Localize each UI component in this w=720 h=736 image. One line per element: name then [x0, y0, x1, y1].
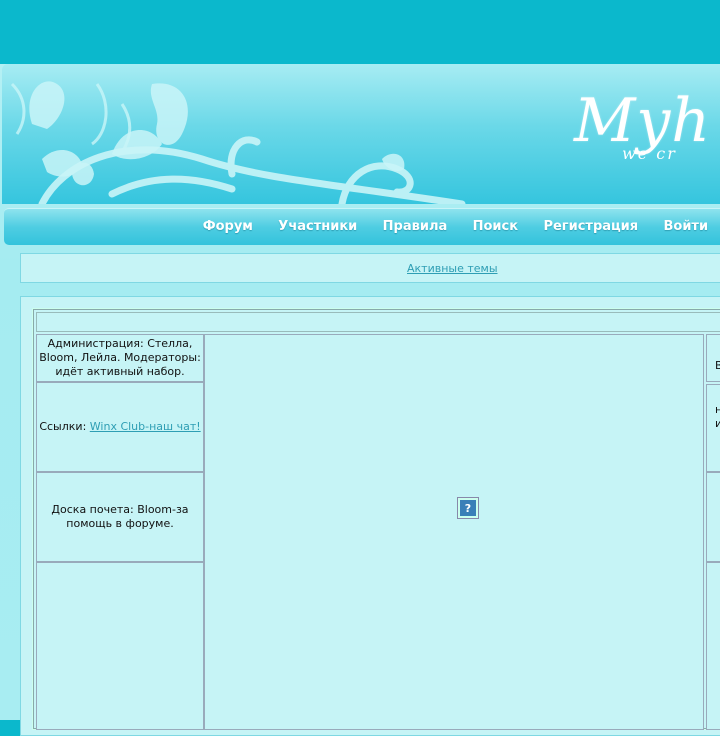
right-cell-1: B: [706, 334, 720, 382]
active-topics-bar: Активные темы: [20, 253, 720, 283]
right-cell-4: Н: [706, 562, 720, 730]
logo-tagline: we cr: [622, 144, 677, 163]
links-label: Ссылки:: [39, 420, 90, 433]
empty-sidebar-cell: [36, 562, 204, 730]
question-icon[interactable]: ?: [457, 497, 479, 519]
main-nav: Форум Участники Правила Поиск Регистраци…: [4, 208, 720, 245]
admin-info-text: Администрация: Стелла, Bloom, Лейла. Мод…: [39, 337, 201, 378]
admin-info-cell: Администрация: Стелла, Bloom, Лейла. Мод…: [36, 334, 204, 382]
forum-header: Myh we cr: [2, 64, 720, 204]
nav-item-rules[interactable]: Правила: [370, 219, 460, 234]
right-cell-2: на ид в: [706, 384, 720, 472]
page: Myh we cr Форум Участники Правила Поиск …: [0, 64, 720, 736]
honor-board-cell: Доска почета: Bloom-за помощь в форуме.: [36, 472, 204, 562]
nav-item-login[interactable]: Войти: [651, 219, 720, 234]
right-cell-3: ч Н в: [706, 472, 720, 562]
floral-decoration: [10, 81, 466, 204]
nav-item-users[interactable]: Участники: [266, 219, 370, 234]
main-content: Администрация: Стелла, Bloom, Лейла. Мод…: [20, 296, 720, 736]
links-cell: Ссылки: Winx Club-наш чат!: [36, 382, 204, 472]
frame-header-row: [36, 312, 720, 332]
content-frame: Администрация: Стелла, Bloom, Лейла. Мод…: [32, 308, 720, 730]
winx-chat-link[interactable]: Winx Club-наш чат!: [90, 420, 201, 433]
nav-item-search[interactable]: Поиск: [460, 219, 531, 234]
active-topics-link[interactable]: Активные темы: [407, 262, 498, 275]
top-strip: [0, 0, 720, 64]
honor-board-text: Доска почета: Bloom-за помощь в форуме.: [51, 503, 189, 530]
nav-item-forum[interactable]: Форум: [190, 219, 266, 234]
center-panel: [204, 334, 704, 730]
nav-item-register[interactable]: Регистрация: [531, 219, 651, 234]
